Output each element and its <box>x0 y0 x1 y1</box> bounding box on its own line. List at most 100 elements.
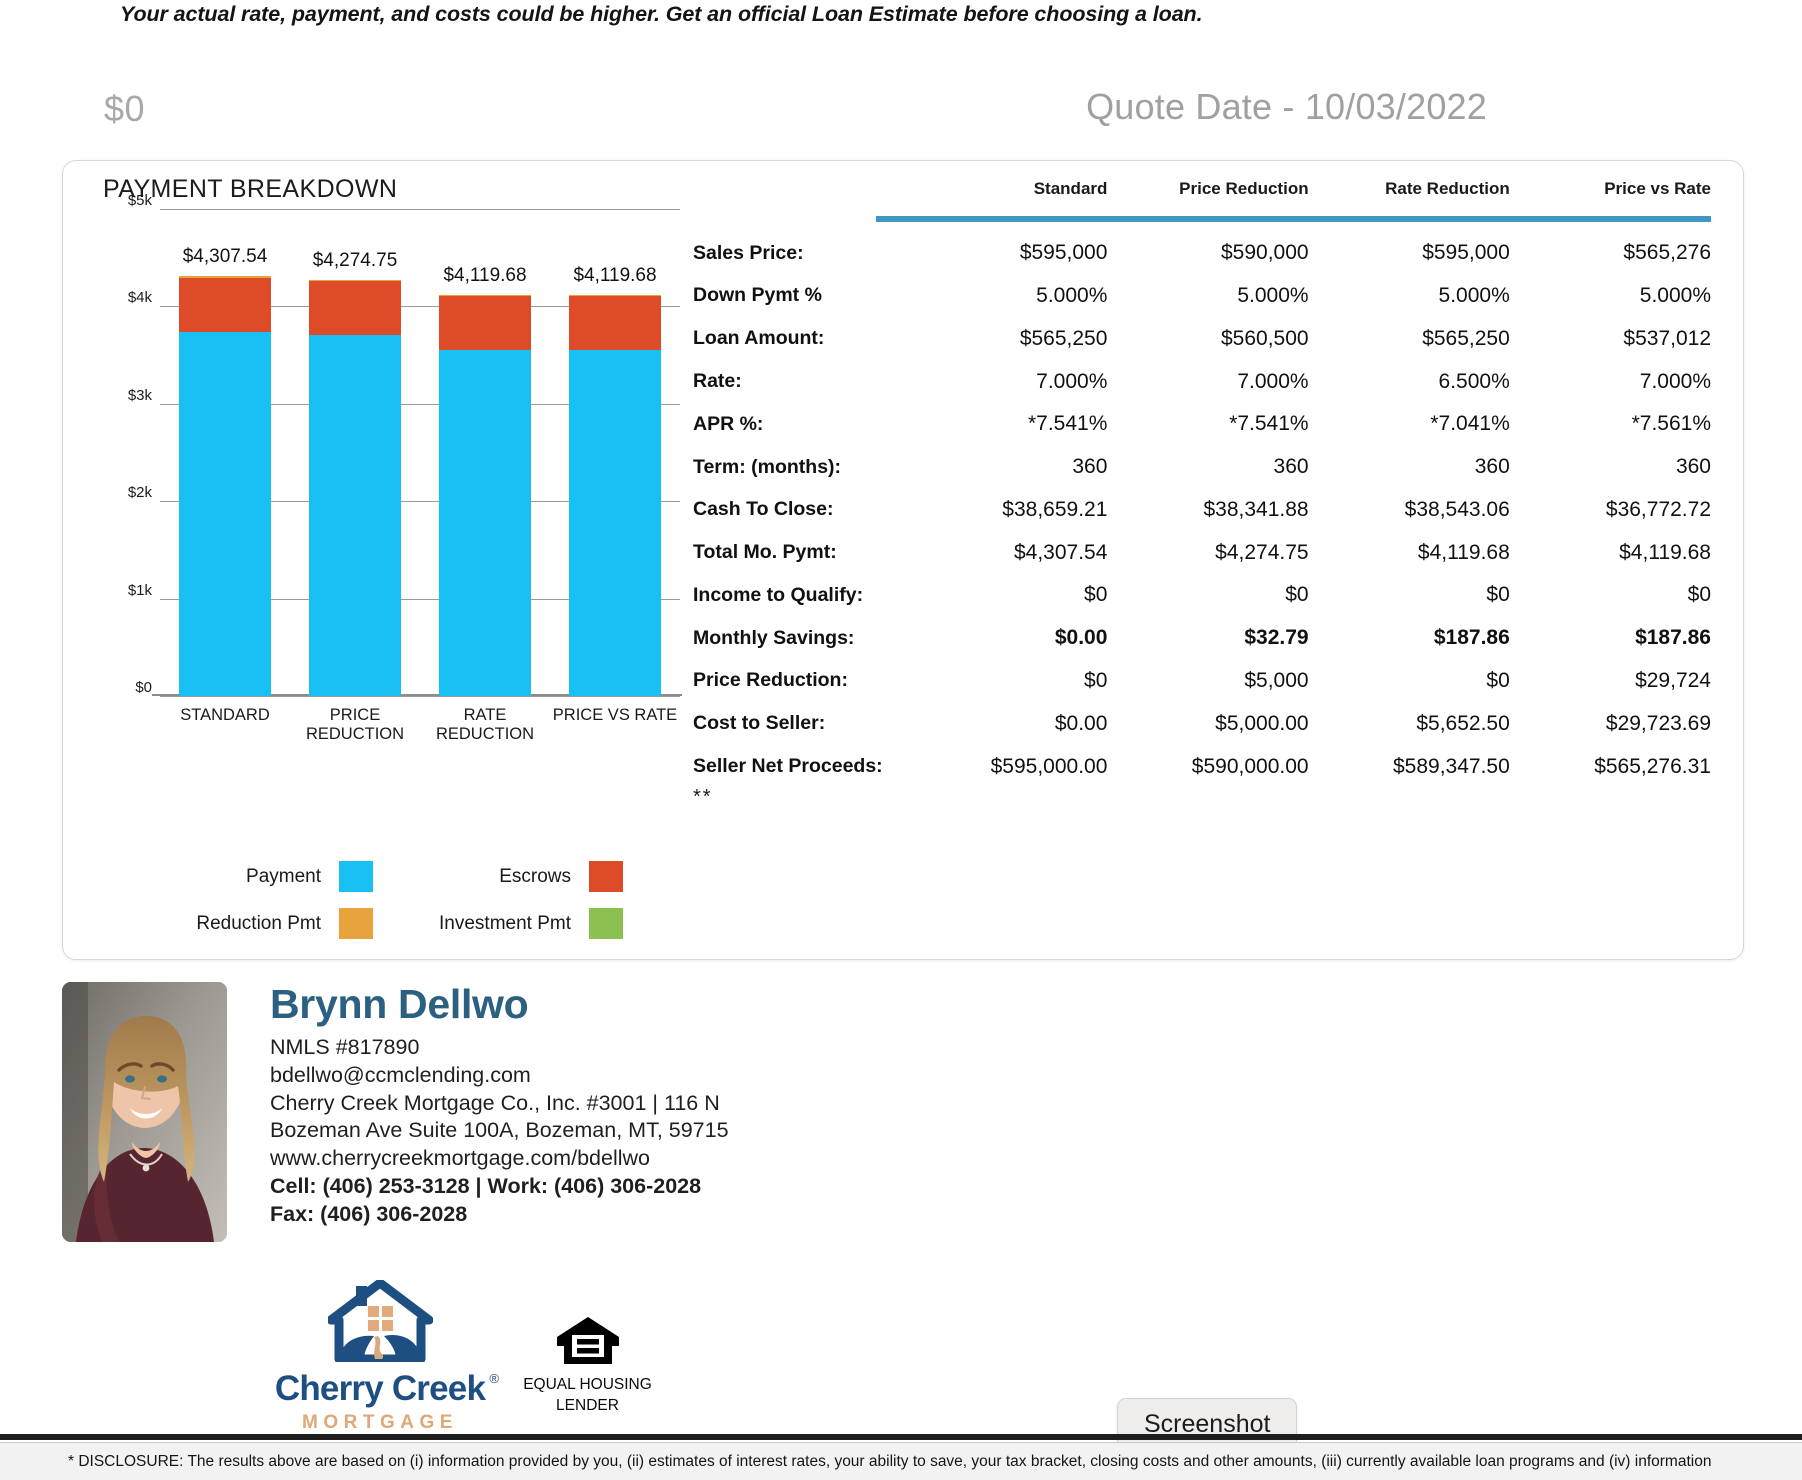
table-row: Down Pymt % 5.000% 5.000% 5.000% 5.000% <box>671 275 1711 318</box>
footer-divider <box>0 1434 1802 1440</box>
payment-breakdown-chart: PAYMENT BREAKDOWN $5k $4k $3k $2k $1k $0 $4,30… <box>63 161 763 961</box>
table-cell: 5.000% <box>1438 283 1510 307</box>
table-cell: 360 <box>1675 455 1711 479</box>
table-cell: $0 <box>1687 583 1711 607</box>
table-cell: 7.000% <box>1036 369 1108 393</box>
table-row-label: Price Reduction: <box>693 669 848 692</box>
table-cell: $595,000 <box>1019 241 1108 265</box>
table-cell: $0.00 <box>1054 711 1108 735</box>
chart-bar-segment <box>439 294 531 297</box>
legend-swatch-reduction-pmt <box>339 908 373 939</box>
table-row: Cash To Close: $38,659.21 $38,341.88 $38,54… <box>671 488 1711 531</box>
table-cell: $0 <box>1084 583 1108 607</box>
table-row-label: Loan Amount: <box>693 327 825 350</box>
chart-bar: $4,119.68 <box>569 265 661 696</box>
chart-y-tick-label: $0 <box>135 679 152 696</box>
table-row-label: Rate: <box>693 370 742 393</box>
table-cell: 7.000% <box>1237 369 1309 393</box>
agent-fax: Fax: (406) 306-2028 <box>270 1201 468 1226</box>
table-accent-bar <box>876 216 1711 223</box>
table-cell: $565,276.31 <box>1594 754 1711 778</box>
legend-swatch-payment <box>339 861 373 892</box>
agent-company-line-2: Bozeman Ave Suite 100A, Bozeman, MT, 597… <box>270 1118 729 1143</box>
table-row-label: Income to Qualify: <box>693 583 864 606</box>
table-row-label: Monthly Savings: <box>693 626 855 649</box>
table-cell: $29,724 <box>1635 668 1711 692</box>
legend-item-escrows: Escrows <box>373 861 623 892</box>
table-cell: 360 <box>1273 455 1309 479</box>
table-cell: 360 <box>1474 455 1510 479</box>
legend-item-payment: Payment <box>123 861 373 892</box>
column-header-standard: Standard <box>1033 179 1108 198</box>
legend-swatch-escrows <box>589 861 623 892</box>
table-row-label: Seller Net Proceeds: <box>693 755 883 778</box>
chart-bar-segment <box>439 296 531 350</box>
table-cell: $595,000 <box>1422 241 1510 265</box>
chart-bar-segment <box>179 277 271 332</box>
table-accent-row <box>671 207 1711 232</box>
legend-label-escrows: Escrows <box>499 865 571 887</box>
table-cell: $0.00 <box>1054 626 1108 650</box>
legend-label-investment-pmt: Investment Pmt <box>439 912 571 934</box>
legend-swatch-investment-pmt <box>589 908 623 939</box>
chart-bar-segment <box>309 279 401 282</box>
equal-housing-line-1: EQUAL HOUSING <box>523 1376 652 1393</box>
legend-item-reduction-pmt: Reduction Pmt <box>123 908 373 939</box>
table-row-label: Cash To Close: <box>693 498 834 521</box>
chart-gridline: $0 <box>135 679 680 697</box>
agent-phones: Cell: (406) 253-3128 | Work: (406) 306-2… <box>270 1173 702 1198</box>
table-row-label: Down Pymt % <box>693 284 822 307</box>
total-amount-display: $0 <box>104 88 146 129</box>
chart-bar-segment <box>309 281 401 335</box>
chart-bar: $4,119.68 <box>439 265 531 696</box>
table-cell: $187.86 <box>1635 626 1711 650</box>
table-header-row: Standard Price Reduction Rate Reduction … <box>671 161 1711 207</box>
quote-card: PAYMENT BREAKDOWN $5k $4k $3k $2k $1k $0 $4,30… <box>62 160 1744 960</box>
table-body: Sales Price: $595,000 $590,000 $595,000 $565… <box>671 232 1711 788</box>
table-cell: $565,250 <box>1422 326 1510 350</box>
table-row-label: Term: (months): <box>693 455 842 478</box>
chart-bar-segment <box>569 349 661 696</box>
table-cell: $595,000.00 <box>990 754 1108 778</box>
table-cell: $187.86 <box>1433 626 1510 650</box>
table-cell: $38,341.88 <box>1203 497 1309 521</box>
table-cell: 360 <box>1072 455 1108 479</box>
table-row: Rate: 7.000% 7.000% 6.500% 7.000% <box>671 360 1711 403</box>
table-row: Cost to Seller: $0.00 $5,000.00 $5,652.50 $2… <box>671 702 1711 745</box>
agent-name: Brynn Dellwo <box>270 981 529 1027</box>
table-cell: *7.541% <box>1229 412 1309 436</box>
agent-photo <box>62 982 227 1242</box>
table-cell: $29,723.69 <box>1605 711 1711 735</box>
agent-email[interactable]: bdellwo@ccmclending.com <box>270 1062 1030 1090</box>
comparison-table-wrap: Standard Price Reduction Rate Reduction … <box>663 161 1745 961</box>
table-cell: $4,119.68 <box>1417 540 1510 564</box>
table-cell: $537,012 <box>1623 326 1711 350</box>
table-row: Price Reduction: $0 $5,000 $0 $29,724 <box>671 660 1711 703</box>
table-cell: $36,772.72 <box>1605 497 1711 521</box>
table-footnote: ** <box>693 786 713 808</box>
table-row: APR %: *7.541% *7.541% *7.041% *7.561% <box>671 403 1711 446</box>
loan-comparison-table: Standard Price Reduction Rate Reduction … <box>671 161 1711 788</box>
table-cell: 5.000% <box>1639 283 1711 307</box>
chart-y-tick-label: $4k <box>127 289 152 307</box>
table-cell: $565,250 <box>1019 326 1108 350</box>
table-cell: $0 <box>1285 583 1309 607</box>
chart-bar-segment <box>179 331 271 696</box>
chart-y-tick-label: $5k <box>127 192 152 209</box>
column-header-price-vs-rate: Price vs Rate <box>1604 179 1711 198</box>
table-row-label: APR %: <box>693 412 764 435</box>
table-row: Total Mo. Pymt: $4,307.54 $4,274.75 $4,119.… <box>671 531 1711 574</box>
table-row: Seller Net Proceeds: $595,000.00 $590,000.… <box>671 745 1711 788</box>
agent-website[interactable]: www.cherrycreekmortgage.com/bdellwo <box>270 1145 1030 1173</box>
column-header-labels <box>671 161 906 207</box>
table-row: Sales Price: $595,000 $590,000 $595,000 $565… <box>671 232 1711 275</box>
table-cell: $0 <box>1084 668 1108 692</box>
column-header-price-reduction: Price Reduction <box>1179 179 1309 198</box>
chart-gridline: $5k <box>128 192 680 210</box>
top-disclaimer: Your actual rate, payment, and costs cou… <box>120 2 1203 26</box>
agent-avatar <box>62 982 227 1242</box>
table-row: Term: (months): 360 360 360 360 <box>671 446 1711 489</box>
chart-bar-segment <box>569 294 661 297</box>
table-cell: 5.000% <box>1036 283 1108 307</box>
chart-bar-segment <box>179 276 271 278</box>
